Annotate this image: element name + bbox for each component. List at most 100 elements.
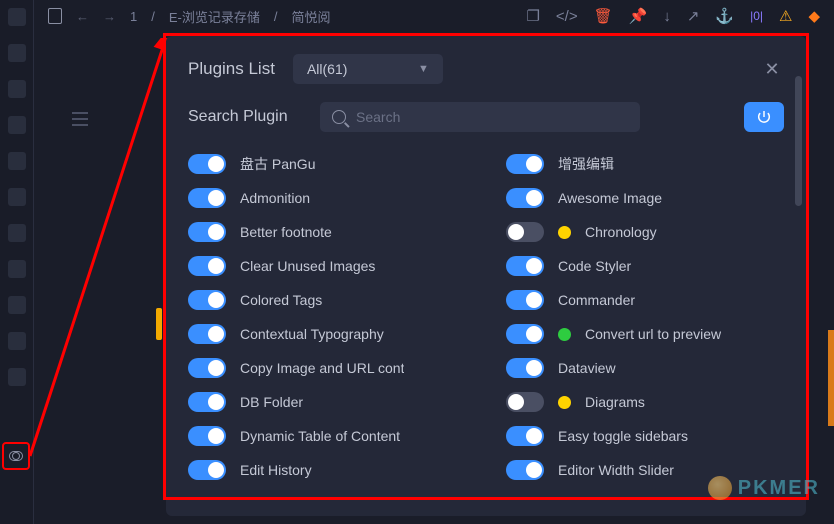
plugin-item: 增强编辑 [506, 154, 784, 174]
plugin-item: Dataview [506, 358, 784, 378]
plugin-name[interactable]: Copy Image and URL cont [240, 360, 404, 376]
plugins-panel: Plugins List All(61) ▼ ✕ Search Plugin 盘… [166, 36, 806, 516]
plugin-toggle[interactable] [506, 154, 544, 174]
plugin-toggle[interactable] [188, 256, 226, 276]
filter-label: All(61) [307, 61, 347, 77]
plugin-toggle[interactable] [188, 324, 226, 344]
plugin-item: Diagrams [506, 392, 784, 412]
plugin-item: Contextual Typography [188, 324, 466, 344]
plugin-toggle[interactable] [188, 358, 226, 378]
rail-icon[interactable] [8, 116, 26, 134]
layers-icon[interactable]: ❐ [526, 7, 539, 25]
rail-icon[interactable] [8, 296, 26, 314]
plugin-name[interactable]: Diagrams [585, 394, 645, 410]
top-bar-actions: ❐ </> 🗑 📌 ↓ ↗ ⚓ |0| ⚠ ◆ [526, 7, 820, 25]
plugin-name[interactable]: Commander [558, 292, 635, 308]
rail-icon[interactable] [8, 260, 26, 278]
plugin-name[interactable]: Awesome Image [558, 190, 662, 206]
plugin-toggle[interactable] [188, 154, 226, 174]
close-button[interactable]: ✕ [760, 57, 784, 81]
rail-icon[interactable] [8, 152, 26, 170]
plugin-toggle[interactable] [188, 426, 226, 446]
plugin-item: Code Styler [506, 256, 784, 276]
trash-icon[interactable]: 🗑 [594, 7, 613, 25]
rail-icon[interactable] [8, 8, 26, 26]
plugin-name[interactable]: Colored Tags [240, 292, 322, 308]
plugin-name[interactable]: 增强编辑 [558, 154, 614, 174]
plugin-name[interactable]: Clear Unused Images [240, 258, 375, 274]
plugin-name[interactable]: Edit History [240, 462, 312, 478]
plugin-toggle[interactable] [506, 290, 544, 310]
plugin-toggle[interactable] [506, 256, 544, 276]
plugin-item: Better footnote [188, 222, 466, 242]
plugin-toggle[interactable] [188, 290, 226, 310]
breadcrumb-item[interactable]: E-浏览记录存储 [169, 7, 260, 26]
rail-icon[interactable] [8, 224, 26, 242]
plugin-name[interactable]: Easy toggle sidebars [558, 428, 688, 444]
plugin-name[interactable]: Code Styler [558, 258, 631, 274]
scrollbar[interactable] [795, 76, 802, 206]
panel-header: Plugins List All(61) ▼ ✕ [188, 54, 784, 84]
power-button[interactable] [744, 102, 784, 132]
plugin-toggle[interactable] [506, 188, 544, 208]
search-input[interactable] [356, 109, 628, 125]
plugin-item: Chronology [506, 222, 784, 242]
plugin-name[interactable]: Dataview [558, 360, 616, 376]
rail-icon[interactable] [8, 44, 26, 62]
settings-icon[interactable] [9, 451, 23, 461]
plugin-name[interactable]: Better footnote [240, 224, 332, 240]
plugin-item: Dynamic Table of Content [188, 426, 466, 446]
plugin-name[interactable]: Dynamic Table of Content [240, 428, 400, 444]
plugin-toggle[interactable] [506, 392, 544, 412]
rail-icon[interactable] [8, 188, 26, 206]
plugin-toggle[interactable] [506, 426, 544, 446]
plugin-item: Colored Tags [188, 290, 466, 310]
plugin-toggle[interactable] [506, 324, 544, 344]
panel-title: Plugins List [188, 59, 275, 79]
download-icon[interactable]: ↓ [663, 8, 671, 25]
document-icon[interactable] [48, 8, 62, 24]
filter-select[interactable]: All(61) ▼ [293, 54, 443, 84]
plugin-item: Editor Width Slider [506, 460, 784, 480]
plugin-name[interactable]: Chronology [585, 224, 657, 240]
status-dot [558, 396, 571, 409]
plugin-name[interactable]: Admonition [240, 190, 310, 206]
code-icon[interactable]: </> [556, 8, 578, 25]
search-box[interactable] [320, 102, 640, 132]
plugin-name[interactable]: Convert url to preview [585, 326, 721, 342]
plugin-toggle[interactable] [188, 460, 226, 480]
share-icon[interactable]: ↗ [687, 7, 700, 25]
plugin-name[interactable]: Editor Width Slider [558, 462, 674, 478]
counter-icon[interactable]: |0| [750, 9, 763, 23]
nav-back-icon[interactable]: ← [76, 9, 89, 24]
status-dot [558, 226, 571, 239]
plugin-toggle[interactable] [506, 460, 544, 480]
plugin-toggle[interactable] [188, 392, 226, 412]
anchor-icon[interactable]: ⚓ [715, 7, 734, 25]
rail-icon[interactable] [8, 368, 26, 386]
warning-icon[interactable]: ⚠ [779, 7, 792, 25]
rail-icon[interactable] [8, 332, 26, 350]
plugin-toggle[interactable] [188, 188, 226, 208]
nav-forward-icon[interactable]: → [103, 9, 116, 24]
top-bar: ← → 1 / E-浏览记录存储 / 简悦阅 ❐ </> 🗑 📌 ↓ ↗ ⚓ |… [34, 0, 834, 32]
highlight-bar [156, 308, 162, 340]
breadcrumb-number: 1 [130, 9, 137, 24]
plugin-item: Admonition [188, 188, 466, 208]
plugin-toggle[interactable] [506, 358, 544, 378]
plugin-item: Commander [506, 290, 784, 310]
breadcrumb-item[interactable]: 简悦阅 [292, 7, 331, 26]
breadcrumb-sep: / [274, 9, 278, 24]
plugin-toggle[interactable] [506, 222, 544, 242]
plugin-name[interactable]: 盘古 PanGu [240, 154, 315, 174]
plugin-name[interactable]: Contextual Typography [240, 326, 384, 342]
plugin-item: 盘古 PanGu [188, 154, 466, 174]
rail-icon[interactable] [8, 80, 26, 98]
flame-icon[interactable]: ◆ [808, 7, 820, 25]
plugin-toggle[interactable] [188, 222, 226, 242]
plugin-name[interactable]: DB Folder [240, 394, 303, 410]
list-icon[interactable] [72, 112, 88, 126]
search-label: Search Plugin [188, 108, 302, 126]
pin-icon[interactable]: 📌 [629, 7, 648, 25]
status-dot [558, 328, 571, 341]
